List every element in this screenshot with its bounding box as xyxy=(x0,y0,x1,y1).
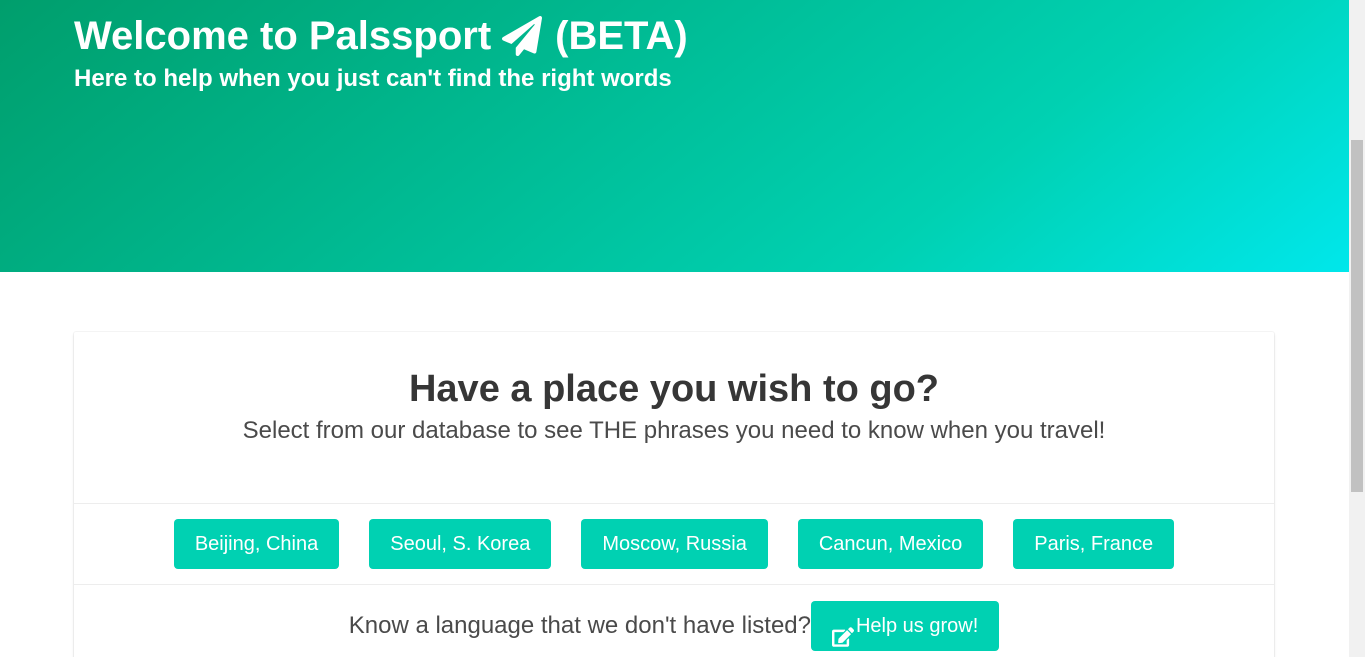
edit-icon xyxy=(831,616,854,647)
city-button-seoul[interactable]: Seoul, S. Korea xyxy=(369,519,552,569)
language-prompt: Know a language that we don't have liste… xyxy=(348,612,811,639)
scrollbar-thumb[interactable] xyxy=(1351,140,1363,492)
hero-subtitle: Here to help when you just can't find th… xyxy=(74,65,672,92)
vertical-scrollbar[interactable] xyxy=(1349,0,1365,657)
city-button-beijing[interactable]: Beijing, China xyxy=(173,519,340,569)
card-title: Have a place you wish to go? xyxy=(408,368,939,410)
divider xyxy=(74,503,1274,504)
page: Welcome to Palssport (BETA) Here to help… xyxy=(0,0,1365,657)
hero-title-beta: (BETA) xyxy=(555,14,688,58)
city-button-cancun[interactable]: Cancun, Mexico xyxy=(797,519,984,569)
city-button-moscow[interactable]: Moscow, Russia xyxy=(581,519,768,569)
hero-banner: Welcome to Palssport (BETA) Here to help… xyxy=(0,0,1349,272)
help-us-grow-button[interactable]: Help us grow! xyxy=(810,601,1000,651)
language-request-row: Know a language that we don't have liste… xyxy=(74,601,1274,651)
city-button-paris[interactable]: Paris, France xyxy=(1013,519,1175,569)
paper-plane-icon xyxy=(501,15,543,57)
city-button-row: Beijing, China Seoul, S. Korea Moscow, R… xyxy=(74,519,1274,569)
destination-card: Have a place you wish to go? Select from… xyxy=(74,332,1274,657)
help-button-label: Help us grow! xyxy=(855,615,979,637)
hero-title-text: Welcome to Palssport xyxy=(74,14,492,58)
hero-title: Welcome to Palssport (BETA) xyxy=(74,12,688,60)
card-subtitle: Select from our database to see THE phra… xyxy=(242,417,1106,444)
divider xyxy=(74,584,1274,585)
